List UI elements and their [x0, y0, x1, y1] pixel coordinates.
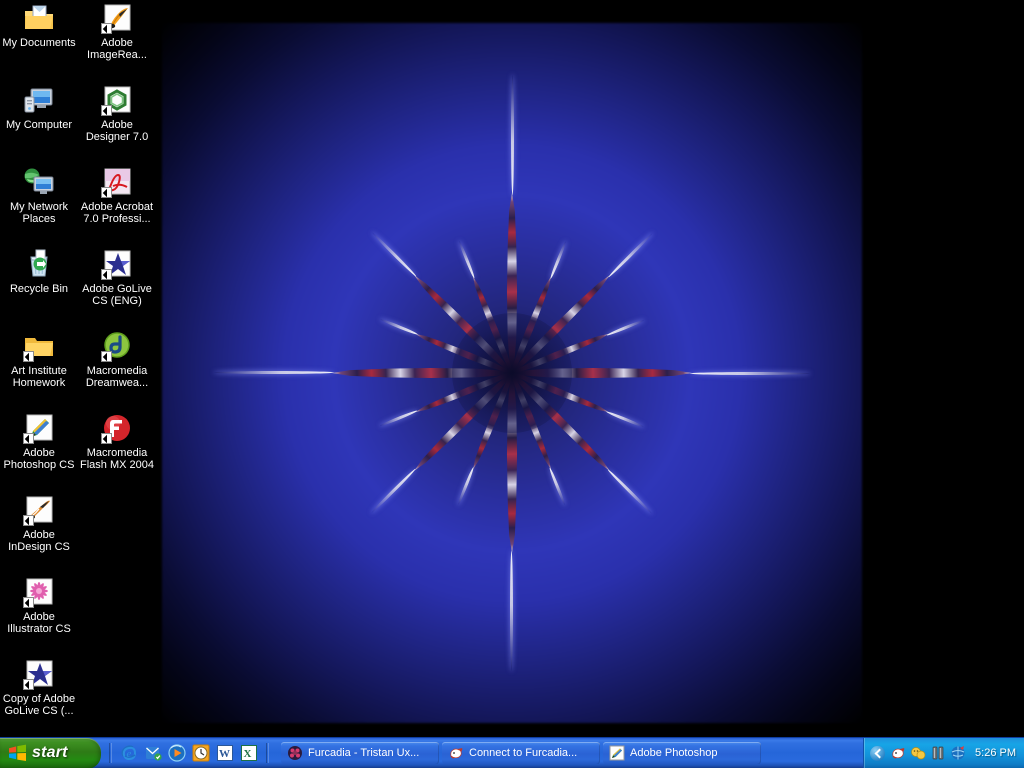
- desktop-icon-label: My Documents: [2, 37, 76, 49]
- desktop-icon[interactable]: My Network Places: [0, 166, 78, 225]
- my-computer-icon: [23, 84, 55, 116]
- windows-media-player-icon[interactable]: [168, 744, 186, 762]
- messenger-tray-icon[interactable]: [910, 745, 926, 761]
- shortcut-overlay-icon: [23, 679, 34, 690]
- taskbar-window-label: Connect to Furcadia...: [469, 747, 578, 759]
- desktop-icon-label: Adobe ImageRea...: [87, 37, 147, 61]
- desktop-icon-label: Adobe Acrobat 7.0 Professi...: [80, 201, 154, 225]
- desktop-icon-label: Art Institute Homework: [11, 365, 67, 389]
- desktop-icon-label: Adobe Designer 7.0: [85, 119, 149, 143]
- microsoft-excel-icon[interactable]: X: [240, 744, 258, 762]
- battery-tray-icon[interactable]: [930, 745, 946, 761]
- adobe-illustrator-icon: [23, 576, 55, 608]
- adobe-golive-icon: [101, 248, 133, 280]
- desktop-icon[interactable]: Adobe Illustrator CS: [0, 576, 78, 635]
- clock-icon[interactable]: [192, 744, 210, 762]
- adobe-photoshop-icon: [23, 412, 55, 444]
- desktop-icon[interactable]: Macromedia Flash MX 2004: [78, 412, 156, 471]
- taskbar-clock[interactable]: 5:26 PM: [975, 747, 1016, 759]
- shortcut-overlay-icon: [101, 351, 112, 362]
- desktop-icon-label: My Computer: [5, 119, 73, 131]
- desktop-icon-label: Macromedia Dreamwea...: [85, 365, 149, 389]
- shortcut-overlay-icon: [23, 351, 34, 362]
- desktop-icon[interactable]: Adobe GoLive CS (ENG): [78, 248, 156, 307]
- adobe-indesign-icon: [23, 494, 55, 526]
- desktop-icon[interactable]: Recycle Bin: [0, 248, 78, 295]
- svg-text:W: W: [219, 748, 230, 760]
- macromedia-flash-icon: [101, 412, 133, 444]
- quick-launch-bar: eWX: [101, 738, 275, 768]
- desktop-icon-grid: My Documents Adobe ImageRea... My Computer…: [0, 0, 154, 737]
- shortcut-overlay-icon: [101, 105, 112, 116]
- recycle-bin-icon: [23, 248, 55, 280]
- shortcut-overlay-icon: [101, 23, 112, 34]
- my-documents-folder-icon: [23, 2, 55, 34]
- adobe-imageready-icon: [101, 2, 133, 34]
- adobe-golive-icon: [23, 658, 55, 690]
- taskbar: start e W X Furcadia - Tristan Ux... Connec…: [0, 737, 1024, 768]
- shortcut-overlay-icon: [23, 515, 34, 526]
- desktop-icon[interactable]: Adobe Designer 7.0: [78, 84, 156, 143]
- desktop-icon[interactable]: Adobe ImageRea...: [78, 2, 156, 61]
- network-tray-icon[interactable]: [950, 745, 966, 761]
- shortcut-overlay-icon: [101, 187, 112, 198]
- show-hidden-icons-chevron[interactable]: [870, 745, 886, 761]
- desktop-wallpaper: [143, 12, 881, 734]
- taskbar-window-button[interactable]: Furcadia - Tristan Ux...: [281, 742, 439, 764]
- desktop-icon-label: Adobe GoLive CS (ENG): [82, 283, 152, 307]
- microsoft-word-icon[interactable]: W: [216, 744, 234, 762]
- quick-launch-separator: [266, 743, 269, 763]
- svg-text:e: e: [127, 748, 132, 760]
- windows-flag-icon: [8, 744, 27, 762]
- adobe-photoshop-icon: [609, 745, 625, 761]
- taskbar-window-button[interactable]: Adobe Photoshop: [603, 742, 761, 764]
- desktop-icon-label: Recycle Bin: [9, 283, 69, 295]
- system-tray: 5:26 PM: [863, 737, 1024, 768]
- folder-icon: [23, 330, 55, 362]
- svg-text:X: X: [244, 748, 252, 760]
- desktop-icon-label: Adobe InDesign CS: [8, 529, 70, 553]
- desktop-icon[interactable]: Macromedia Dreamwea...: [78, 330, 156, 389]
- quick-launch-separator: [109, 743, 112, 763]
- desktop-icon[interactable]: Adobe Photoshop CS: [0, 412, 78, 471]
- shortcut-overlay-icon: [101, 433, 112, 444]
- internet-explorer-icon[interactable]: e: [120, 744, 138, 762]
- desktop-icon-label: Adobe Illustrator CS: [7, 611, 71, 635]
- desktop-icon[interactable]: My Documents: [0, 2, 78, 49]
- taskbar-window-button[interactable]: Connect to Furcadia...: [442, 742, 600, 764]
- tray-icon-list: [890, 745, 966, 761]
- shortcut-overlay-icon: [23, 433, 34, 444]
- outlook-express-icon[interactable]: [144, 744, 162, 762]
- adobe-acrobat-icon: [101, 166, 133, 198]
- wallpaper-core: [452, 313, 572, 433]
- desktop-icon[interactable]: Art Institute Homework: [0, 330, 78, 389]
- taskbar-window-label: Furcadia - Tristan Ux...: [308, 747, 420, 759]
- start-button[interactable]: start: [0, 737, 101, 768]
- desktop-screen: My Documents Adobe ImageRea... My Computer…: [0, 0, 1024, 768]
- my-network-places-icon: [23, 166, 55, 198]
- desktop-icon-label: Macromedia Flash MX 2004: [80, 447, 154, 471]
- macromedia-dreamweaver-icon: [101, 330, 133, 362]
- desktop-icon[interactable]: Copy of Adobe GoLive CS (...: [0, 658, 78, 717]
- desktop-icon[interactable]: My Computer: [0, 84, 78, 131]
- desktop-icon[interactable]: Adobe Acrobat 7.0 Professi...: [78, 166, 156, 225]
- furcadia-dog-icon: [448, 745, 464, 761]
- desktop-icon-label: My Network Places: [9, 201, 69, 225]
- adobe-designer-icon: [101, 84, 133, 116]
- furcadia-icon: [287, 745, 303, 761]
- desktop-icon[interactable]: Adobe InDesign CS: [0, 494, 78, 553]
- desktop-icon-label: Copy of Adobe GoLive CS (...: [2, 693, 76, 717]
- start-button-label: start: [32, 744, 68, 761]
- taskbar-window-buttons: Furcadia - Tristan Ux... Connect to Furca…: [275, 738, 863, 768]
- shortcut-overlay-icon: [101, 269, 112, 280]
- taskbar-window-label: Adobe Photoshop: [630, 747, 718, 759]
- furcadia-dog-tray-icon[interactable]: [890, 745, 906, 761]
- desktop-icon-label: Adobe Photoshop CS: [3, 447, 75, 471]
- shortcut-overlay-icon: [23, 597, 34, 608]
